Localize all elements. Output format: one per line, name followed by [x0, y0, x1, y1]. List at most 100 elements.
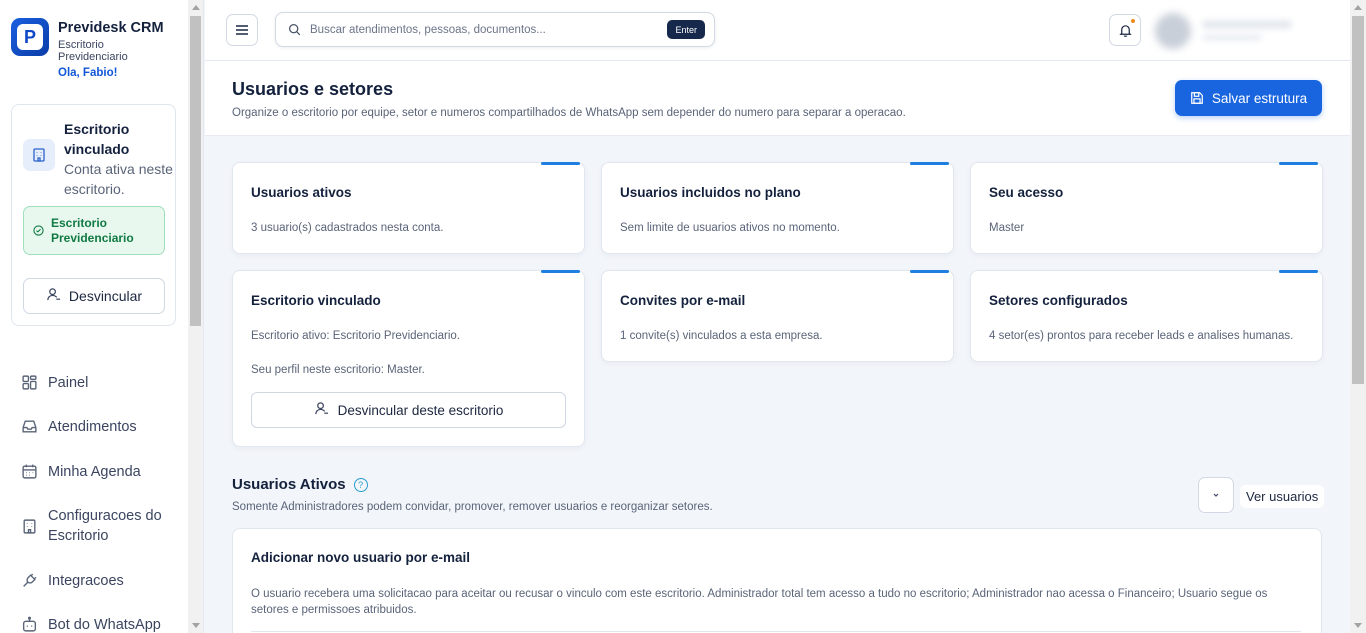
hamburger-icon: [236, 25, 248, 35]
sidebar-item-label: Configuracoes do Escritorio: [48, 508, 162, 544]
search-enter-key[interactable]: Enter: [667, 20, 705, 39]
brand[interactable]: P Previdesk CRM Escritorio Previdenciari…: [11, 18, 164, 79]
sidebar-item-integracoes[interactable]: Integracoes: [21, 571, 168, 591]
office-description: Conta ativa neste escritorio.: [64, 161, 173, 197]
user-icon: [314, 401, 329, 419]
active-users-section-title: Usuarios Ativos ?: [232, 476, 368, 493]
save-button-label: Salvar estrutura: [1211, 90, 1308, 106]
window-scrollbar-thumb[interactable]: [1352, 16, 1364, 384]
brand-text: Previdesk CRM Escritorio Previdenciario …: [58, 18, 164, 79]
card-text: Master: [989, 222, 1025, 234]
search-input[interactable]: Buscar atendimentos, pessoas, documentos…: [275, 12, 715, 47]
sidebar-item-label: Atendimentos: [48, 419, 137, 435]
linked-office-card: Escritorio vinculado Escritorio ativo: E…: [232, 270, 585, 447]
card-title: Usuarios incluidos no plano: [620, 185, 801, 200]
brand-subtitle: Escritorio Previdenciario: [58, 39, 128, 63]
card-accent: [541, 162, 580, 165]
office-status-badge: Escritorio Previdenciario: [23, 206, 165, 255]
card-text: 1 convite(s) vinculados a esta empresa.: [620, 330, 823, 342]
sidebar-item-configuracoes[interactable]: Configuracoes do Escritorio: [21, 506, 168, 546]
card-text: 4 setor(es) prontos para receber leads e…: [989, 330, 1294, 342]
unlink-office-button[interactable]: Desvincular deste escritorio: [251, 392, 566, 428]
greeting: Ola, Fabio!: [58, 67, 118, 79]
section-title-text: Usuarios Ativos: [232, 476, 346, 493]
scroll-down-arrow-icon[interactable]: [192, 623, 200, 628]
page-title: Usuarios e setores: [232, 79, 394, 99]
save-icon: [1190, 92, 1203, 104]
unlink-office-label: Desvincular deste escritorio: [337, 402, 504, 418]
topbar: Buscar atendimentos, pessoas, documentos…: [205, 0, 1350, 61]
chevron-down-icon: [1213, 493, 1219, 497]
card-accent: [1279, 270, 1318, 273]
sidebar-item-label: Painel: [48, 375, 89, 391]
sidebar-scrollbar[interactable]: [188, 0, 203, 633]
card-accent: [910, 270, 949, 273]
card-text: Escritorio ativo: Escritorio Previdencia…: [251, 330, 460, 342]
notifications-button[interactable]: [1109, 14, 1141, 46]
sidebar: P Previdesk CRM Escritorio Previdenciari…: [0, 0, 204, 633]
search-placeholder: Buscar atendimentos, pessoas, documentos…: [310, 23, 546, 36]
sidebar-item-painel[interactable]: Painel: [21, 373, 168, 393]
user-profile[interactable]: [1150, 8, 1350, 54]
scroll-up-arrow-icon[interactable]: [1354, 5, 1362, 10]
sidebar-item-label: Bot do WhatsApp: [48, 617, 161, 633]
sidebar-item-agenda[interactable]: Minha Agenda: [21, 462, 168, 482]
active-users-section-subtitle: Somente Administradores podem convidar, …: [232, 501, 713, 513]
office-title: Escritorio vinculado: [64, 121, 130, 157]
card-text: Seu perfil neste escritorio: Master.: [251, 364, 425, 376]
add-user-title: Adicionar novo usuario por e-mail: [251, 550, 471, 565]
card-title: Setores configurados: [989, 293, 1128, 308]
user-role-redacted: [1202, 34, 1262, 41]
unlink-button[interactable]: Desvincular: [23, 278, 165, 314]
help-icon[interactable]: ?: [353, 477, 368, 492]
bot-icon: [22, 616, 37, 632]
check-circle-icon: [33, 221, 44, 240]
brand-logo: P: [11, 18, 49, 56]
invites-card: Convites por e-mail 1 convite(s) vincula…: [601, 270, 954, 362]
page-subtitle: Organize o escritorio por equipe, setor …: [232, 107, 906, 119]
linked-office-panel: Escritorio vinculado Conta ativa neste e…: [11, 104, 176, 326]
user-icon: [46, 287, 61, 305]
dashboard-icon: [22, 375, 37, 390]
scroll-up-arrow-icon[interactable]: [192, 5, 200, 10]
office-badge-label: Escritorio Previdenciario: [51, 215, 134, 245]
notification-dot: [1130, 18, 1136, 24]
add-user-card: Adicionar novo usuario por e-mail O usua…: [232, 528, 1322, 633]
menu-toggle-button[interactable]: [226, 14, 258, 46]
view-users-button[interactable]: Ver usuarios: [1240, 485, 1325, 508]
plug-icon: [23, 573, 37, 587]
brand-name: Previdesk CRM: [58, 20, 164, 36]
main-content: Usuarios e setores Organize o escritorio…: [205, 61, 1350, 633]
inbox-icon: [22, 420, 37, 433]
card-text: Sem limite de usuarios ativos no momento…: [620, 222, 840, 234]
divider: [251, 631, 1301, 632]
card-title: Escritorio vinculado: [251, 293, 381, 308]
sidebar-item-atendimentos[interactable]: Atendimentos: [21, 417, 168, 437]
card-title: Seu acesso: [989, 185, 1064, 200]
unlink-button-label: Desvincular: [68, 288, 143, 304]
expand-users-button[interactable]: [1198, 477, 1234, 513]
save-structure-button[interactable]: Salvar estrutura: [1175, 80, 1322, 116]
sidebar-scrollbar-thumb[interactable]: [190, 16, 201, 326]
add-user-description: O usuario recebera uma solicitacao para …: [251, 588, 1268, 616]
search-icon: [288, 23, 301, 36]
scroll-down-arrow-icon[interactable]: [1354, 623, 1362, 628]
calendar-icon: [22, 464, 37, 479]
card-title: Usuarios ativos: [251, 185, 352, 200]
sectors-card: Setores configurados 4 setor(es) prontos…: [970, 270, 1323, 362]
building-icon: [23, 519, 36, 534]
card-title: Convites por e-mail: [620, 293, 746, 308]
avatar: [1155, 13, 1191, 49]
card-accent: [910, 162, 949, 165]
card-text: 3 usuario(s) cadastrados nesta conta.: [251, 222, 444, 234]
access-card: Seu acesso Master: [970, 162, 1323, 254]
plan-users-card: Usuarios incluidos no plano Sem limite d…: [601, 162, 954, 254]
brand-logo-letter: P: [17, 24, 43, 50]
window-scrollbar[interactable]: [1350, 0, 1366, 633]
card-accent: [1279, 162, 1318, 165]
building-icon: [23, 139, 55, 171]
sidebar-item-label: Minha Agenda: [48, 464, 141, 480]
sidebar-item-bot-whatsapp[interactable]: Bot do WhatsApp: [21, 615, 168, 633]
page-header: Usuarios e setores Organize o escritorio…: [205, 61, 1350, 136]
active-users-card: Usuarios ativos 3 usuario(s) cadastrados…: [232, 162, 585, 254]
